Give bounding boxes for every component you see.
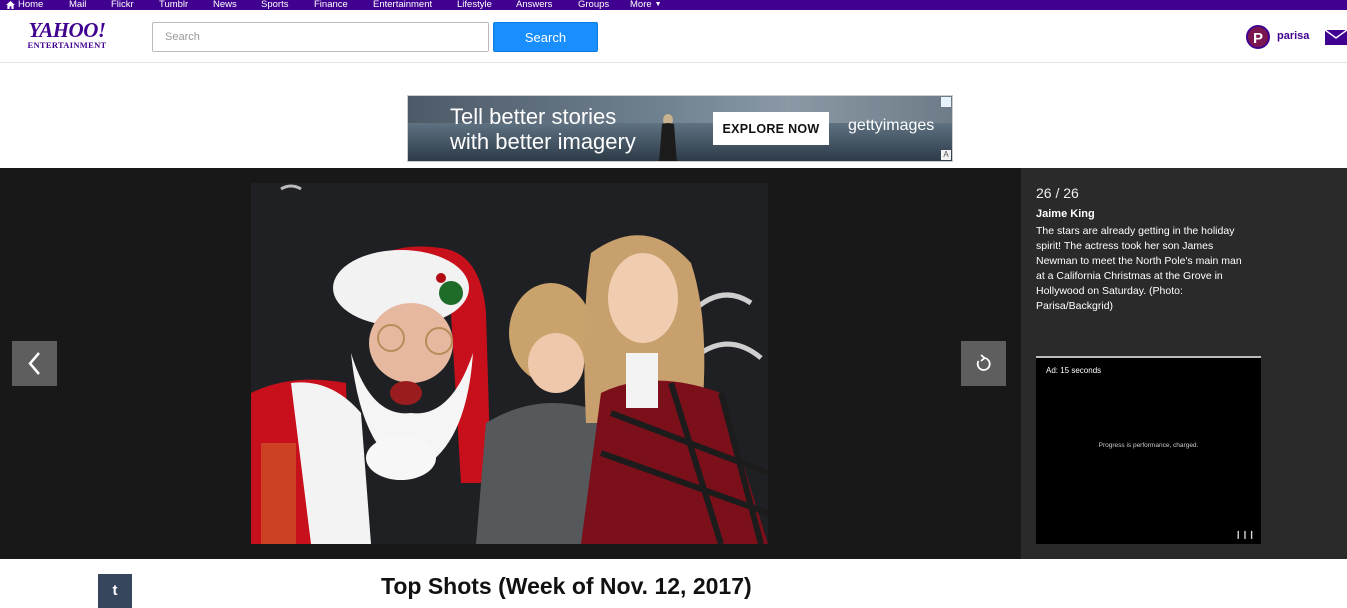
slideshow-photo[interactable] — [251, 183, 768, 544]
nav-label: Tumblr — [159, 0, 189, 10]
search-button[interactable]: Search — [493, 22, 598, 52]
nav-item-flickr[interactable]: Flickr — [111, 0, 159, 10]
caption-body: The stars are already getting in the hol… — [1036, 225, 1242, 312]
username-link[interactable]: parisa — [1277, 30, 1309, 42]
nav-item-news[interactable]: News — [213, 0, 261, 10]
nav-label: Lifestyle — [457, 0, 492, 10]
nav-item-lifestyle[interactable]: Lifestyle — [457, 0, 516, 10]
photo-illustration — [251, 183, 768, 544]
logo-wordmark: YAHOO! — [28, 18, 106, 42]
nav-label: Mail — [69, 0, 87, 10]
ad-label-icon[interactable]: A — [941, 150, 951, 160]
avatar[interactable]: P — [1246, 25, 1270, 49]
adchoices-icon[interactable] — [941, 97, 951, 107]
video-ad-player[interactable]: Ad: 15 seconds Progress is performance, … — [1036, 356, 1261, 544]
caption-title: Jaime King — [1036, 208, 1095, 220]
ad-banner[interactable]: Tell better stories with better imagery … — [407, 95, 953, 162]
nav-label: Answers — [516, 0, 553, 10]
gallery-title: Top Shots (Week of Nov. 12, 2017) — [381, 573, 752, 599]
slideshow-caption-panel: 26 / 26 Jaime King The stars are already… — [1021, 168, 1347, 559]
search-input[interactable] — [152, 22, 489, 52]
nav-label: Flickr — [111, 0, 134, 10]
nav-item-sports[interactable]: Sports — [261, 0, 314, 10]
logo-subtitle: ENTERTAINMENT — [27, 40, 107, 50]
chevron-down-icon: ▼ — [654, 1, 662, 8]
nav-label: Groups — [578, 0, 610, 10]
video-ad-tagline: Progress is performance, charged. — [1098, 442, 1199, 449]
chevron-left-icon — [28, 352, 40, 375]
previous-slide-button[interactable] — [12, 341, 57, 386]
ad-brand-logo: gettyimages — [848, 117, 935, 134]
nav-label: Sports — [261, 0, 289, 10]
nav-item-groups[interactable]: Groups — [578, 0, 630, 10]
nav-item-answers[interactable]: Answers — [516, 0, 578, 10]
nav-item-entertainment[interactable]: Entertainment — [373, 0, 457, 10]
mail-icon[interactable] — [1325, 30, 1347, 45]
nav-item-mail[interactable]: Mail — [69, 0, 111, 10]
ad-headline: Tell better stories with better imagery — [450, 104, 636, 154]
ad-figure-image — [659, 114, 677, 161]
nav-label: Home — [18, 0, 44, 10]
tumblr-share-button[interactable]: t — [98, 574, 132, 608]
replay-icon — [976, 354, 991, 371]
replay-slideshow-button[interactable] — [961, 341, 1006, 386]
nav-label: News — [213, 0, 237, 10]
home-icon — [6, 1, 15, 9]
video-ad-timer: Ad: 15 seconds — [1046, 366, 1102, 375]
slide-counter: 26 / 26 — [1036, 185, 1079, 201]
top-nav-bar: Home Mail Flickr Tumblr News Sports Fina… — [0, 0, 1347, 10]
nav-label: Entertainment — [373, 0, 433, 10]
nav-label: More — [630, 0, 652, 10]
ad-headline-line1: Tell better stories — [450, 104, 617, 129]
ad-headline-line2: with better imagery — [450, 129, 636, 154]
volume-bars-icon[interactable]: ❙❙❙ — [1235, 530, 1255, 539]
yahoo-entertainment-logo[interactable]: YAHOO! ENTERTAINMENT — [24, 18, 110, 51]
slideshow-stage — [0, 168, 1021, 559]
nav-item-finance[interactable]: Finance — [314, 0, 373, 10]
explore-now-button[interactable]: EXPLORE NOW — [713, 112, 829, 145]
nav-item-more[interactable]: More ▼ — [630, 0, 662, 10]
nav-item-tumblr[interactable]: Tumblr — [159, 0, 213, 10]
site-header: YAHOO! ENTERTAINMENT Search P parisa — [0, 10, 1347, 63]
nav-item-home[interactable]: Home — [6, 0, 69, 10]
nav-label: Finance — [314, 0, 348, 10]
